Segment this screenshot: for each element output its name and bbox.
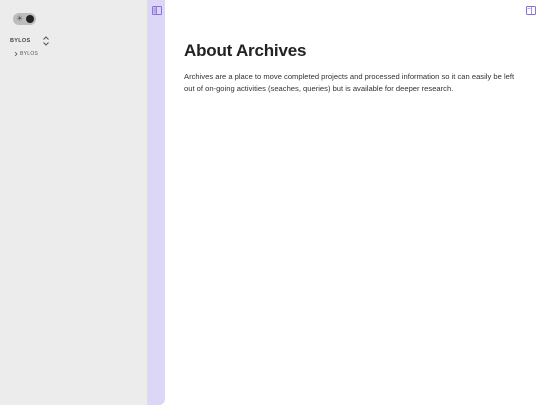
- main-content: About Archives Archives are a place to m…: [165, 0, 540, 405]
- page-body-text: Archives are a place to move completed p…: [184, 72, 515, 93]
- vault-name: BYLOS: [10, 38, 31, 44]
- left-sidebar: ☀ BYLOS BYLOS: [0, 0, 148, 405]
- sidebar-toggle-icon[interactable]: [152, 6, 162, 15]
- vault-switcher[interactable]: BYLOS: [10, 35, 50, 47]
- tree-item-bylos[interactable]: BYLOS: [14, 50, 38, 58]
- toggle-knob: [26, 15, 34, 23]
- sun-icon: ☀: [16, 14, 24, 23]
- tree-item-label: BYLOS: [20, 51, 39, 57]
- chevron-updown-icon: [43, 36, 49, 46]
- theme-toggle[interactable]: ☀: [13, 13, 36, 25]
- sidebar-ribbon: [148, 0, 165, 405]
- chevron-right-icon: [14, 51, 18, 57]
- page-title: About Archives: [184, 41, 307, 60]
